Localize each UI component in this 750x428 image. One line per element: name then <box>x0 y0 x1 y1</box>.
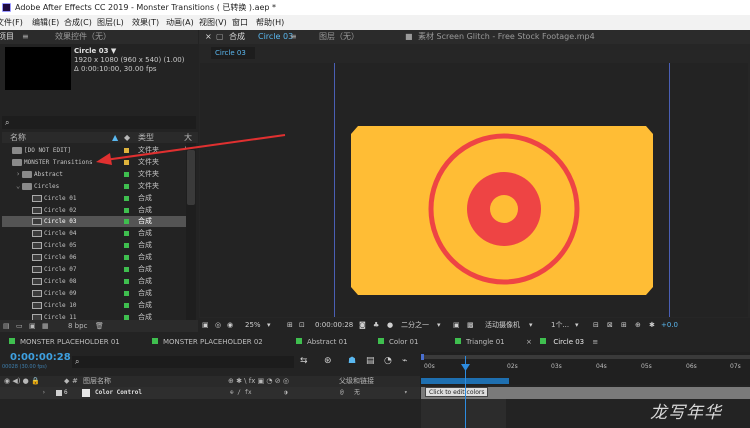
ruler-tick-2: 03s <box>551 363 562 370</box>
pickwhip-icon[interactable]: @ <box>340 387 344 399</box>
tooltip: Click to edit colors <box>425 387 489 397</box>
adjustment-icon[interactable]: ◑ <box>284 387 288 399</box>
draft-3d-icon[interactable]: ⊛ <box>324 356 332 366</box>
ruler-tick-3: 04s <box>596 363 607 370</box>
motion-blur-icon[interactable]: ◔ <box>384 356 392 366</box>
layer-area-empty <box>0 399 420 428</box>
goggles-icon[interactable]: ◉ <box>227 318 233 332</box>
layer-column-header: ◉ ◀) ● 🔒 ◆ # 图层名称 ⊕ ✱ \ fx ▣ ◔ ⊘ ◎ 父级和链接 <box>0 376 420 387</box>
zoom-select[interactable]: 25% <box>245 318 261 332</box>
chevron-down-icon[interactable]: ▾ <box>529 318 533 332</box>
tab-placeholder-01[interactable]: MONSTER PLACEHOLDER 01 <box>9 335 120 350</box>
show-snapshot-icon[interactable]: ♣ <box>373 318 379 332</box>
close-icon[interactable]: × <box>526 338 532 346</box>
layer-index: 6 <box>64 389 68 396</box>
timeline-fps: 00028 (30.00 fps) <box>2 364 47 370</box>
tab-abstract-01[interactable]: Abstract 01 <box>296 335 348 350</box>
viewer-toolbar: ▣ ◎ ◉ 25% ▾ ⊞ ⊡ 0:00:00:28 ◙ ♣ ● 二分之一 ▾ … <box>199 318 750 332</box>
region-icon[interactable]: ▣ <box>453 318 460 332</box>
comp-flowchart-icon[interactable]: ⇆ <box>300 356 308 366</box>
layer-name[interactable]: Color Control <box>95 387 142 399</box>
timeline-icon[interactable]: ⊞ <box>621 318 627 332</box>
ruler-tick-1: 02s <box>507 363 518 370</box>
ruler-tick-5: 06s <box>686 363 697 370</box>
layer-type-icon <box>82 389 90 397</box>
navigator-bar[interactable] <box>421 355 750 359</box>
fast-preview-icon[interactable]: ⊠ <box>607 318 613 332</box>
ruler-tick-0: 00s <box>424 363 435 370</box>
layer-label-swatch[interactable] <box>56 390 62 396</box>
panel-menu-icon[interactable]: ≡ <box>592 338 598 346</box>
tab-color-swatch <box>378 338 384 344</box>
exposure-icon[interactable]: ✱ <box>649 318 655 332</box>
transparency-grid-icon[interactable]: ▩ <box>467 318 474 332</box>
exposure-value[interactable]: +0.0 <box>661 318 678 332</box>
vr-icon[interactable]: ◎ <box>215 318 221 332</box>
layer-bar-shadow <box>421 399 506 428</box>
viewer-timecode[interactable]: 0:00:00:28 <box>315 318 353 332</box>
tab-color-01[interactable]: Color 01 <box>378 335 418 350</box>
column-layer-name[interactable]: 图层名称 <box>83 376 111 387</box>
graph-editor-icon[interactable]: ⌁ <box>402 356 407 366</box>
resolution-select[interactable]: 二分之一 <box>401 318 429 332</box>
tab-circle-03[interactable]: × Circle 03 ≡ <box>526 335 598 350</box>
search-icon: ⌕ <box>75 357 80 366</box>
arrow-shaft <box>104 134 286 161</box>
ruler-tick-6: 07s <box>730 363 741 370</box>
ruler-tick-4: 05s <box>641 363 652 370</box>
flowchart-icon[interactable]: ⊕ <box>635 318 641 332</box>
watermark: 龙写年华 <box>650 403 722 423</box>
parent-select[interactable]: 无 <box>354 387 360 399</box>
layer-switches[interactable]: ⊕ / fx <box>230 387 252 399</box>
tab-triangle-01[interactable]: Triangle 01 <box>455 335 505 350</box>
shy-icon[interactable]: ☗ <box>348 356 356 366</box>
timeline-tabs: MONSTER PLACEHOLDER 01 MONSTER PLACEHOLD… <box>0 335 750 350</box>
number-col[interactable]: # <box>72 376 78 387</box>
chevron-down-icon[interactable]: ▾ <box>437 318 441 332</box>
toggle-view-icon[interactable]: ⊟ <box>593 318 599 332</box>
tab-color-swatch <box>9 338 15 344</box>
views-select[interactable]: 1个... <box>551 318 569 332</box>
layer-row[interactable]: › 6 Color Control ⊕ / fx ◑ @ 无 ▾ <box>0 387 420 399</box>
channel-icon[interactable]: ● <box>387 318 393 332</box>
chevron-down-icon[interactable]: ▾ <box>404 387 408 399</box>
label-icon[interactable]: ◆ <box>64 376 69 387</box>
tab-color-swatch <box>296 338 302 344</box>
av-switches-icons[interactable]: ◉ ◀) ● 🔒 <box>4 376 40 387</box>
expand-triangle-icon[interactable]: › <box>42 387 46 399</box>
layer-switches-icons[interactable]: ⊕ ✱ \ fx ▣ ◔ ⊘ ◎ <box>228 376 289 387</box>
navigator-handle[interactable] <box>421 354 424 360</box>
timeline-search-input[interactable]: ⌕ <box>72 356 294 368</box>
always-preview-icon[interactable]: ▣ <box>202 318 209 332</box>
tab-color-swatch <box>455 338 461 344</box>
chevron-down-icon[interactable]: ▾ <box>575 318 579 332</box>
tab-color-swatch <box>540 338 547 344</box>
timeline-timecode[interactable]: 0:00:00:28 <box>10 352 71 363</box>
arrow-head <box>96 153 112 165</box>
safe-margins-icon[interactable]: ⊞ <box>287 318 293 332</box>
column-parent[interactable]: 父级和链接 <box>339 376 374 387</box>
chevron-down-icon[interactable]: ▾ <box>267 318 271 332</box>
tab-placeholder-02[interactable]: MONSTER PLACEHOLDER 02 <box>152 335 263 350</box>
tab-color-swatch <box>152 338 158 344</box>
frame-blend-icon[interactable]: ▤ <box>366 356 375 366</box>
camera-select[interactable]: 活动摄像机 <box>485 318 520 332</box>
snapshot-icon[interactable]: ◙ <box>359 318 366 332</box>
grid-icon[interactable]: ⊡ <box>299 318 305 332</box>
